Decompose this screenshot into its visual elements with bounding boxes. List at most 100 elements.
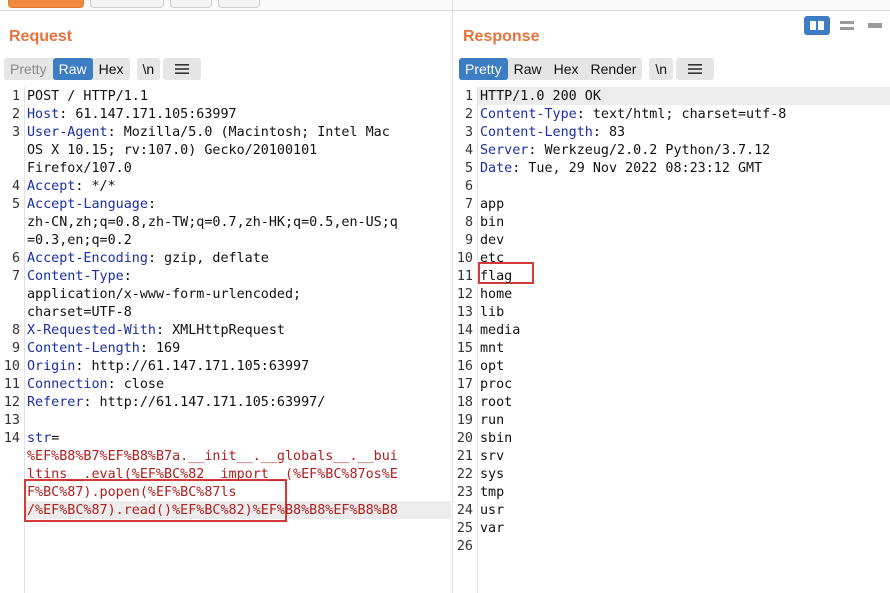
code-text: home bbox=[480, 287, 513, 302]
response-code-line: app bbox=[480, 196, 504, 214]
response-code-line: root bbox=[480, 394, 512, 412]
code-text: root bbox=[480, 395, 513, 410]
request-code-line: str= bbox=[27, 430, 59, 448]
request-line-number: 10 bbox=[3, 359, 20, 374]
header-name: Content-Length bbox=[27, 341, 140, 356]
request-line-number: 3 bbox=[11, 125, 20, 140]
single-pane-icon bbox=[868, 23, 882, 28]
response-line-number: 13 bbox=[456, 305, 473, 320]
response-tab-raw[interactable]: Raw bbox=[508, 58, 548, 80]
response-tab-hex[interactable]: Hex bbox=[548, 58, 585, 80]
request-code-line: POST / HTTP/1.1 bbox=[27, 88, 148, 106]
code-text: : 169 bbox=[139, 341, 181, 356]
request-code-line: OS X 10.15; rv:107.0) Gecko/20100101 bbox=[27, 142, 317, 160]
back-button[interactable] bbox=[170, 0, 212, 8]
request-code-line: Content-Length: 169 bbox=[27, 340, 180, 358]
response-code-line: Server: Werkzeug/2.0.2 Python/3.7.12 bbox=[480, 142, 770, 160]
response-line-number: 5 bbox=[464, 161, 473, 176]
code-text: HTTP/1.0 200 OK bbox=[480, 89, 601, 104]
header-name: Content-Type bbox=[480, 107, 577, 122]
response-code-line: Content-Type: text/html; charset=utf-8 bbox=[480, 106, 786, 124]
request-tab-pretty[interactable]: Pretty bbox=[4, 58, 53, 80]
code-text: usr bbox=[480, 503, 505, 518]
response-tab-pretty[interactable]: Pretty bbox=[459, 58, 508, 80]
request-code-line: Content-Type: bbox=[27, 268, 132, 286]
request-editor[interactable]: 1 POST / HTTP/1.1 2 Host: 61.147.171.105:63… bbox=[0, 87, 452, 593]
response-line-number: 6 bbox=[464, 179, 473, 194]
request-code-line: Connection: close bbox=[27, 376, 164, 394]
response-tab-render[interactable]: Render bbox=[585, 58, 643, 80]
code-text: : 83 bbox=[592, 125, 626, 140]
response-view-tabs: Pretty Raw Hex Render bbox=[459, 58, 643, 80]
encoded-payload-text: F%BC%87).popen(%EF%BC%87ls bbox=[27, 485, 237, 500]
code-text: tmp bbox=[480, 485, 505, 500]
code-text: media bbox=[480, 323, 521, 338]
request-code-line: Accept-Encoding: gzip, deflate bbox=[27, 250, 269, 268]
tabs-layout-button[interactable] bbox=[864, 16, 886, 35]
header-name: Accept-Language bbox=[27, 197, 148, 212]
code-text: srv bbox=[480, 449, 505, 464]
response-code-line: media bbox=[480, 322, 520, 340]
header-name: X-Requested-With bbox=[27, 323, 156, 338]
response-line-number: 3 bbox=[464, 125, 473, 140]
request-line-number: 14 bbox=[3, 431, 20, 446]
forward-button[interactable] bbox=[218, 0, 260, 8]
response-editor[interactable]: 1 HTTP/1.0 200 OK 2 Content-Type: text/html… bbox=[453, 87, 890, 593]
code-text: =0.3,en;q=0.2 bbox=[27, 233, 132, 248]
code-text: application/x-www-form-urlencoded; bbox=[27, 287, 302, 302]
rows-icon bbox=[840, 21, 854, 30]
header-name: str bbox=[27, 431, 52, 446]
code-text: : close bbox=[107, 377, 165, 392]
code-text: : http://61.147.171.105:63997/ bbox=[83, 395, 326, 410]
code-text: : XMLHttpRequest bbox=[156, 323, 285, 338]
code-text: proc bbox=[480, 377, 513, 392]
code-text: zh-CN,zh;q=0.8,zh-TW;q=0.7,zh-HK;q=0.5,e… bbox=[27, 215, 398, 230]
request-newline-toggle[interactable]: \n bbox=[136, 58, 161, 80]
response-tabbar: Pretty Raw Hex Render \n bbox=[459, 58, 715, 80]
code-text: sbin bbox=[480, 431, 513, 446]
response-line-number: 12 bbox=[456, 287, 473, 302]
response-line-number: 21 bbox=[456, 449, 473, 464]
response-line-number: 23 bbox=[456, 485, 473, 500]
request-line-number: 13 bbox=[3, 413, 20, 428]
header-name: User-Agent bbox=[27, 125, 108, 140]
code-text: flag bbox=[480, 269, 513, 284]
request-code-line: charset=UTF-8 bbox=[27, 304, 132, 322]
request-line-number: 6 bbox=[11, 251, 20, 266]
response-code-line: mnt bbox=[480, 340, 504, 358]
response-line-number: 25 bbox=[456, 521, 473, 536]
response-line-number: 7 bbox=[464, 197, 473, 212]
response-code-line: flag bbox=[480, 268, 512, 286]
code-text: dev bbox=[480, 233, 505, 248]
request-tab-hex[interactable]: Hex bbox=[93, 58, 130, 80]
code-text: bin bbox=[480, 215, 505, 230]
response-line-number: 19 bbox=[456, 413, 473, 428]
split-vertical-layout-button[interactable] bbox=[804, 16, 830, 35]
code-text: : Werkzeug/2.0.2 Python/3.7.12 bbox=[528, 143, 771, 158]
response-line-number: 16 bbox=[456, 359, 473, 374]
request-line-number: 9 bbox=[11, 341, 20, 356]
response-code-line: sys bbox=[480, 466, 504, 484]
request-menu-button[interactable] bbox=[163, 58, 202, 80]
response-line-number: 18 bbox=[456, 395, 473, 410]
code-text: app bbox=[480, 197, 505, 212]
request-line-number: 1 bbox=[11, 89, 20, 104]
columns-icon bbox=[810, 21, 824, 30]
send-button[interactable] bbox=[8, 0, 84, 8]
code-text: run bbox=[480, 413, 505, 428]
hamburger-menu-icon bbox=[688, 64, 703, 74]
response-line-number: 8 bbox=[464, 215, 473, 230]
cancel-button[interactable] bbox=[90, 0, 164, 8]
header-name: Content-Length bbox=[480, 125, 593, 140]
response-menu-button[interactable] bbox=[676, 58, 715, 80]
request-line-number: 12 bbox=[3, 395, 20, 410]
request-code-line: Accept-Language: bbox=[27, 196, 156, 214]
request-title: Request bbox=[9, 28, 73, 45]
request-code-line: X-Requested-With: XMLHttpRequest bbox=[27, 322, 285, 340]
response-line-number: 2 bbox=[464, 107, 473, 122]
request-tab-raw[interactable]: Raw bbox=[52, 58, 93, 80]
split-horizontal-layout-button[interactable] bbox=[834, 16, 860, 35]
response-code-line: home bbox=[480, 286, 512, 304]
response-line-number: 17 bbox=[456, 377, 473, 392]
response-newline-toggle[interactable]: \n bbox=[649, 58, 674, 80]
